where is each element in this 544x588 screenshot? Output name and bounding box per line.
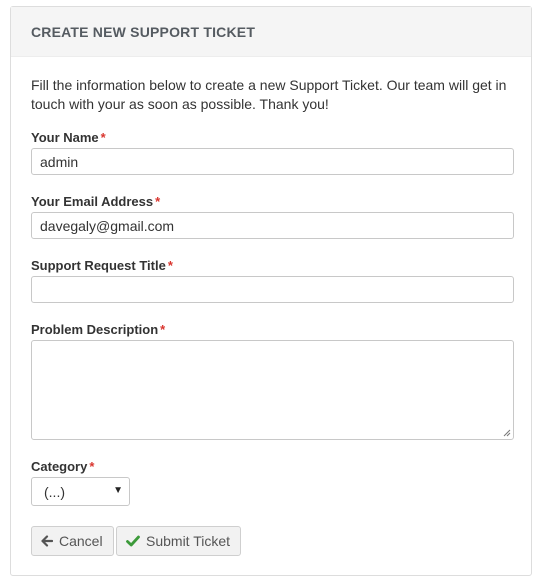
required-marker: * (167, 258, 173, 273)
cancel-label: Cancel (59, 533, 103, 549)
intro-text: Fill the information below to create a n… (31, 77, 507, 112)
required-marker: * (160, 322, 166, 337)
cancel-button[interactable]: Cancel (31, 526, 114, 556)
caret-down-icon: ▼ (113, 485, 123, 496)
email-label: Your Email Address * (31, 194, 160, 209)
category-label: Category * (31, 459, 94, 474)
category-selected-value: (...) (44, 484, 65, 500)
arrow-left-icon (41, 535, 53, 547)
resize-grip-icon[interactable] (503, 429, 511, 437)
required-marker: * (100, 130, 106, 145)
title-input[interactable] (31, 276, 514, 303)
checkmark-icon (126, 535, 140, 547)
email-label-text: Your Email Address (31, 194, 154, 209)
required-marker: * (89, 459, 95, 474)
category-select[interactable]: (...) ▼ (31, 477, 130, 506)
support-ticket-panel: CREATE NEW SUPPORT TICKET Fill the infor… (10, 6, 532, 576)
title-label: Support Request Title * (31, 258, 173, 273)
name-input[interactable] (31, 148, 514, 175)
required-marker: * (155, 194, 161, 209)
submit-label: Submit Ticket (146, 533, 231, 549)
submit-ticket-button[interactable]: Submit Ticket (116, 526, 242, 556)
panel-title: CREATE NEW SUPPORT TICKET (11, 7, 531, 57)
email-input[interactable] (31, 212, 514, 239)
name-label: Your Name * (31, 130, 106, 145)
description-textarea[interactable] (31, 340, 514, 440)
category-label-text: Category (31, 459, 88, 474)
description-label: Problem Description * (31, 322, 165, 337)
description-label-text: Problem Description (31, 322, 159, 337)
name-label-text: Your Name (31, 130, 99, 145)
title-label-text: Support Request Title (31, 258, 166, 273)
